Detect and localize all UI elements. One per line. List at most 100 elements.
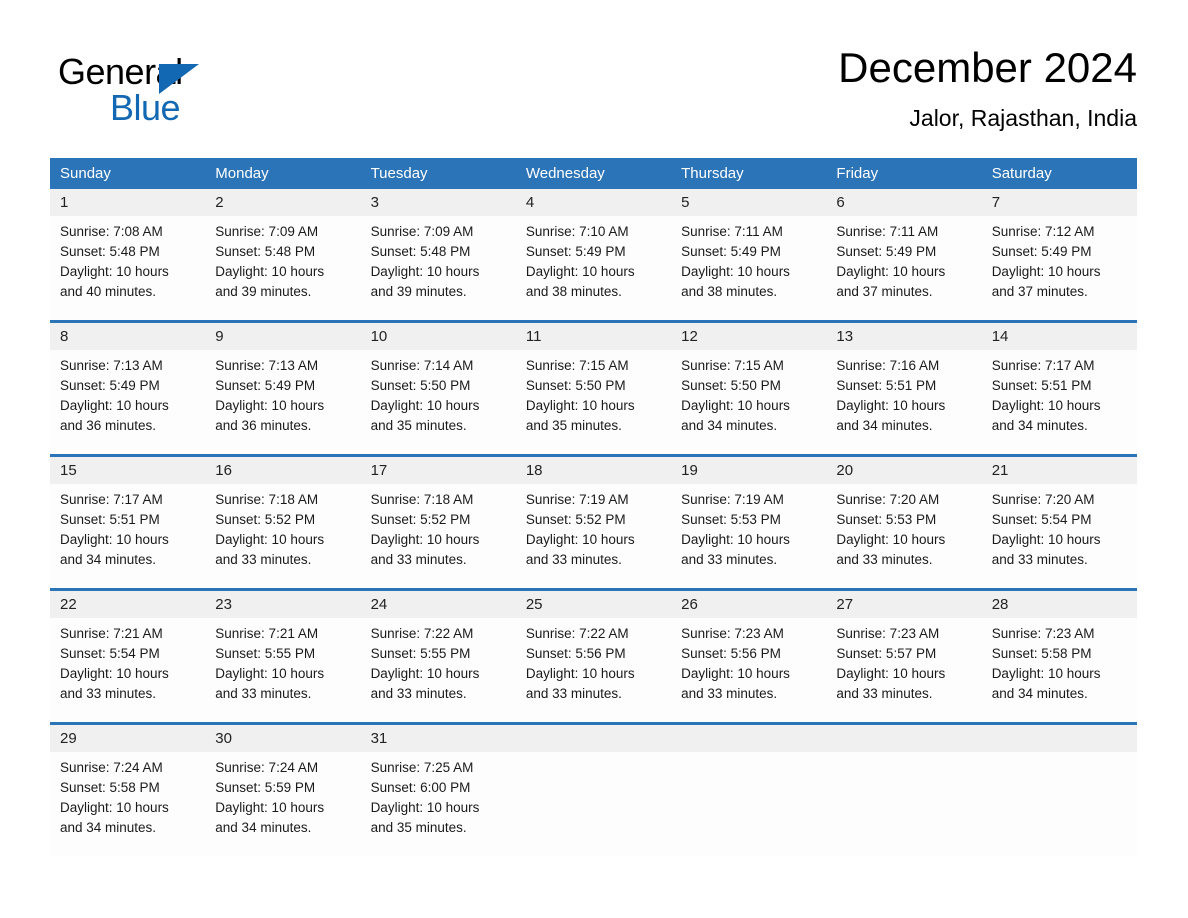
day-detail-cell[interactable]: Sunrise: 7:22 AM Sunset: 5:56 PM Daylight:… — [515, 618, 672, 722]
day-detail-cell[interactable]: Sunrise: 7:25 AM Sunset: 6:00 PM Daylight:… — [360, 752, 516, 856]
day-detail-cell[interactable]: Sunrise: 7:14 AM Sunset: 5:50 PM Daylight:… — [360, 350, 516, 454]
day-daylight-2-text: and 33 minutes. — [215, 552, 312, 567]
day-detail-cell[interactable]: Sunrise: 7:18 AM Sunset: 5:52 PM Daylight:… — [205, 484, 361, 588]
day-sunrise-text: Sunrise: 7:17 AM — [991, 358, 1095, 373]
day-number-cell[interactable]: 18 — [515, 457, 672, 484]
day-number-cell[interactable]: 19 — [671, 457, 827, 484]
day-daylight-1-text: Daylight: 10 hours — [836, 398, 946, 413]
day-detail-cell[interactable]: Sunrise: 7:15 AM Sunset: 5:50 PM Daylight:… — [671, 350, 827, 454]
day-number-cell[interactable]: 2 — [205, 189, 361, 216]
day-sunset-text: Sunset: 5:58 PM — [60, 780, 160, 795]
day-detail-cell[interactable]: Sunrise: 7:19 AM Sunset: 5:53 PM Daylight:… — [671, 484, 827, 588]
day-sunrise-text: Sunrise: 7:20 AM — [836, 492, 940, 507]
day-detail-cell[interactable]: Sunrise: 7:23 AM Sunset: 5:58 PM Daylight:… — [981, 618, 1137, 722]
weekday-header-saturday: Saturday — [981, 158, 1137, 189]
day-number-cell[interactable]: 17 — [360, 457, 516, 484]
day-number-cell[interactable]: 28 — [981, 591, 1137, 618]
day-detail-cell[interactable]: Sunrise: 7:17 AM Sunset: 5:51 PM Daylight:… — [50, 484, 206, 588]
page-header: General Blue December 2024 Jalor, Rajast… — [50, 42, 1137, 146]
day-detail-cell[interactable]: Sunrise: 7:15 AM Sunset: 5:50 PM Daylight:… — [515, 350, 672, 454]
day-detail-cell[interactable]: Sunrise: 7:16 AM Sunset: 5:51 PM Daylight:… — [826, 350, 982, 454]
day-daylight-2-text: and 35 minutes. — [525, 418, 622, 433]
day-detail-cell[interactable]: Sunrise: 7:18 AM Sunset: 5:52 PM Daylight:… — [360, 484, 516, 588]
day-detail-cell[interactable]: Sunrise: 7:21 AM Sunset: 5:54 PM Daylight:… — [50, 618, 206, 722]
day-number-cell[interactable]: 22 — [50, 591, 206, 618]
day-sunset-text: Sunset: 6:00 PM — [370, 780, 471, 795]
day-daylight-2-text: and 34 minutes. — [681, 418, 778, 433]
day-number-cell[interactable]: 31 — [360, 725, 516, 752]
day-daylight-1-text: Daylight: 10 hours — [215, 398, 325, 413]
weekday-header-thursday: Thursday — [671, 158, 827, 189]
day-sunrise-text: Sunrise: 7:21 AM — [215, 626, 319, 641]
day-detail-cell[interactable]: Sunrise: 7:22 AM Sunset: 5:55 PM Daylight:… — [360, 618, 516, 722]
day-number-cell[interactable]: 27 — [826, 591, 982, 618]
day-number-cell[interactable]: 30 — [205, 725, 361, 752]
day-number-cell[interactable]: 11 — [515, 323, 672, 350]
day-daylight-2-text: and 33 minutes. — [370, 552, 467, 567]
day-detail-cell[interactable]: Sunrise: 7:09 AM Sunset: 5:48 PM Daylight:… — [205, 216, 361, 320]
day-daylight-2-text: and 34 minutes. — [60, 820, 157, 835]
day-number-cell[interactable]: 7 — [981, 189, 1137, 216]
day-detail-row: Sunrise: 7:17 AM Sunset: 5:51 PM Daylight:… — [50, 484, 1137, 588]
day-detail-cell[interactable]: Sunrise: 7:20 AM Sunset: 5:53 PM Daylight:… — [826, 484, 982, 588]
weekday-header-monday: Monday — [205, 158, 361, 189]
day-sunset-text: Sunset: 5:52 PM — [215, 512, 316, 527]
day-detail-cell[interactable]: Sunrise: 7:24 AM Sunset: 5:58 PM Daylight:… — [50, 752, 206, 856]
day-detail-cell[interactable]: Sunrise: 7:10 AM Sunset: 5:49 PM Daylight:… — [515, 216, 672, 320]
day-number-cell[interactable]: 23 — [205, 591, 361, 618]
day-number-cell[interactable]: 16 — [205, 457, 361, 484]
day-number-row: 8 9 10 11 12 13 14 — [50, 323, 1137, 350]
day-number-cell[interactable]: 5 — [671, 189, 827, 216]
day-number-cell[interactable]: 8 — [50, 323, 206, 350]
day-detail-cell[interactable]: Sunrise: 7:17 AM Sunset: 5:51 PM Daylight:… — [981, 350, 1137, 454]
day-sunset-text: Sunset: 5:48 PM — [215, 244, 316, 259]
day-daylight-1-text: Daylight: 10 hours — [836, 532, 946, 547]
day-sunset-text: Sunset: 5:52 PM — [370, 512, 471, 527]
day-number-cell[interactable]: 14 — [981, 323, 1137, 350]
day-daylight-1-text: Daylight: 10 hours — [991, 666, 1101, 681]
day-number-cell[interactable]: 24 — [360, 591, 516, 618]
day-number-cell[interactable]: 29 — [50, 725, 206, 752]
calendar-page: General Blue December 2024 Jalor, Rajast… — [0, 0, 1188, 918]
day-number-cell[interactable]: 6 — [826, 189, 982, 216]
day-sunrise-text: Sunrise: 7:23 AM — [991, 626, 1095, 641]
empty-day-cell — [671, 752, 827, 856]
day-detail-cell[interactable]: Sunrise: 7:24 AM Sunset: 5:59 PM Daylight:… — [205, 752, 361, 856]
day-detail-cell[interactable]: Sunrise: 7:12 AM Sunset: 5:49 PM Daylight:… — [981, 216, 1137, 320]
day-daylight-2-text: and 33 minutes. — [836, 552, 933, 567]
day-number-cell[interactable]: 1 — [50, 189, 206, 216]
weekday-header-sunday: Sunday — [50, 158, 206, 189]
day-daylight-1-text: Daylight: 10 hours — [836, 264, 946, 279]
day-number-cell[interactable]: 25 — [515, 591, 672, 618]
day-number-cell[interactable]: 4 — [515, 189, 672, 216]
day-sunrise-text: Sunrise: 7:24 AM — [60, 760, 163, 775]
day-number-cell[interactable]: 12 — [671, 323, 827, 350]
day-sunset-text: Sunset: 5:56 PM — [681, 646, 781, 661]
day-detail-cell[interactable]: Sunrise: 7:09 AM Sunset: 5:48 PM Daylight:… — [360, 216, 516, 320]
day-sunrise-text: Sunrise: 7:09 AM — [215, 224, 319, 239]
day-number-cell[interactable]: 15 — [50, 457, 206, 484]
day-number-cell[interactable]: 26 — [671, 591, 827, 618]
day-daylight-2-text: and 37 minutes. — [991, 284, 1088, 299]
day-number-cell[interactable]: 20 — [826, 457, 982, 484]
day-daylight-2-text: and 33 minutes. — [215, 686, 312, 701]
day-detail-cell[interactable]: Sunrise: 7:11 AM Sunset: 5:49 PM Daylight:… — [826, 216, 982, 320]
day-number-cell[interactable]: 3 — [360, 189, 516, 216]
day-detail-cell[interactable]: Sunrise: 7:13 AM Sunset: 5:49 PM Daylight:… — [205, 350, 361, 454]
day-detail-cell[interactable]: Sunrise: 7:20 AM Sunset: 5:54 PM Daylight:… — [981, 484, 1137, 588]
day-detail-cell[interactable]: Sunrise: 7:13 AM Sunset: 5:49 PM Daylight:… — [50, 350, 206, 454]
day-number-cell[interactable]: 10 — [360, 323, 516, 350]
day-detail-cell[interactable]: Sunrise: 7:23 AM Sunset: 5:57 PM Daylight:… — [826, 618, 982, 722]
day-detail-cell[interactable]: Sunrise: 7:23 AM Sunset: 5:56 PM Daylight:… — [671, 618, 827, 722]
day-sunrise-text: Sunrise: 7:19 AM — [525, 492, 629, 507]
day-sunrise-text: Sunrise: 7:18 AM — [370, 492, 474, 507]
day-detail-cell[interactable]: Sunrise: 7:11 AM Sunset: 5:49 PM Daylight:… — [671, 216, 827, 320]
day-number-cell[interactable]: 9 — [205, 323, 361, 350]
day-number-cell[interactable]: 13 — [826, 323, 982, 350]
day-number-cell[interactable]: 21 — [981, 457, 1137, 484]
day-detail-cell[interactable]: Sunrise: 7:08 AM Sunset: 5:48 PM Daylight:… — [50, 216, 206, 320]
day-detail-cell[interactable]: Sunrise: 7:21 AM Sunset: 5:55 PM Daylight:… — [205, 618, 361, 722]
day-daylight-1-text: Daylight: 10 hours — [681, 264, 790, 279]
day-detail-cell[interactable]: Sunrise: 7:19 AM Sunset: 5:52 PM Daylight:… — [515, 484, 672, 588]
day-daylight-2-text: and 34 minutes. — [215, 820, 312, 835]
